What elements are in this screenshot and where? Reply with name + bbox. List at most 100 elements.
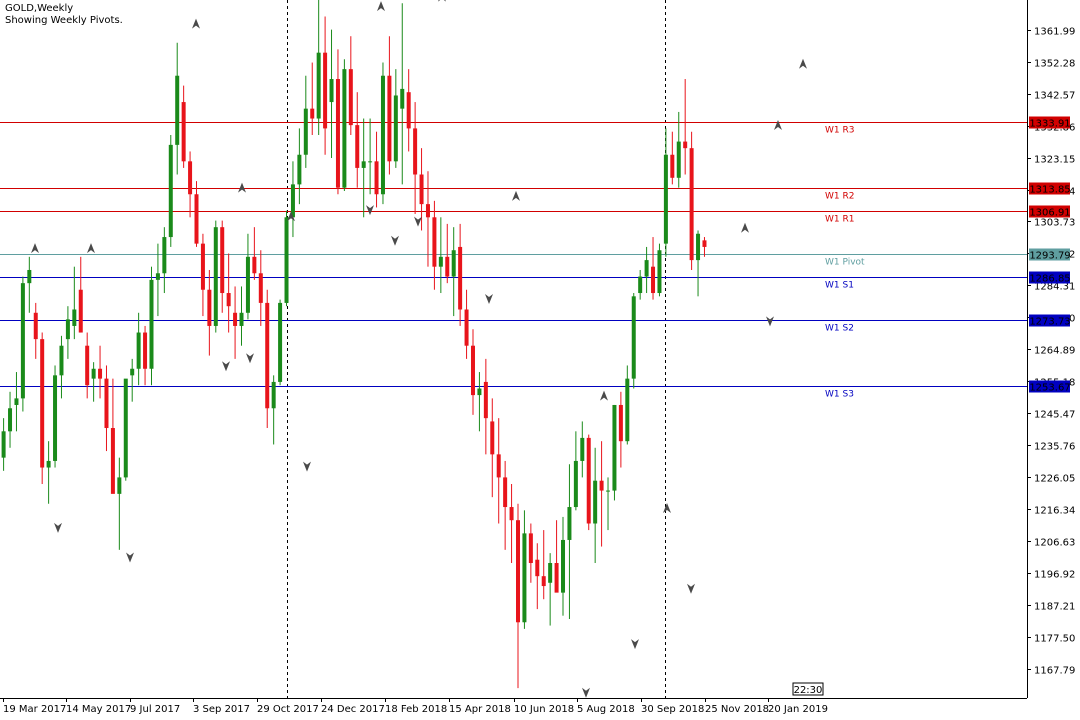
fractal-up-marker	[87, 243, 95, 254]
fractal-down-marker	[582, 687, 590, 698]
candle	[8, 391, 13, 448]
y-tick-label: 1187.21	[1034, 602, 1075, 613]
fractal-up-marker	[192, 18, 200, 29]
candle	[644, 246, 649, 294]
fractal-down-marker	[391, 235, 399, 246]
pivot-level-label: W1 R2	[825, 192, 854, 202]
time-axis[interactable]: 19 Mar 2017 14 May 20179 Jul 2017 3 Sep 20…	[3, 698, 828, 715]
y-tick-label: 1361.99	[1034, 27, 1075, 38]
candle	[676, 111, 681, 188]
candle	[393, 69, 398, 168]
candle	[554, 520, 559, 593]
candle	[593, 447, 598, 564]
candle	[567, 464, 572, 619]
candle	[162, 227, 167, 294]
candle	[425, 171, 430, 267]
candle	[239, 286, 244, 346]
candle	[387, 36, 392, 175]
candle	[278, 299, 283, 386]
candle	[252, 227, 257, 280]
candle	[53, 365, 58, 468]
y-tick-label: 1303.73	[1034, 218, 1075, 229]
candle	[316, 0, 321, 135]
x-tick-label: 5 Aug 2018	[577, 704, 635, 715]
candle	[104, 365, 109, 452]
candle	[503, 460, 508, 550]
candle	[271, 375, 276, 445]
pivot-level-label: W1 R1	[825, 215, 854, 225]
candle	[631, 293, 636, 389]
pivot-level-badge-text: 1313.85	[1029, 185, 1070, 196]
candle	[136, 312, 141, 386]
candle	[432, 200, 437, 290]
fractal-markers	[31, 0, 807, 698]
candle	[175, 42, 180, 175]
candle	[522, 510, 527, 629]
candle	[290, 161, 295, 238]
candle	[651, 237, 656, 300]
candle	[258, 250, 263, 326]
candle	[303, 75, 308, 168]
y-tick-label: 1206.63	[1034, 538, 1075, 549]
candlestick-chart[interactable]: W1 R3 W1 R2 W1 R1 W1 Pivot W1 S1 W1 S2 W1 S3 1…	[0, 0, 1080, 720]
x-tick-label: 10 Jun 2018	[514, 704, 574, 715]
candle	[368, 118, 373, 195]
y-tick-label: 1226.05	[1034, 474, 1075, 485]
x-tick-label: 14 May 2017	[66, 704, 131, 715]
fractal-up-marker	[799, 58, 807, 69]
candle	[618, 391, 623, 468]
candle	[98, 345, 103, 399]
x-tick-label: 19 Mar 2017	[3, 704, 66, 715]
candle	[194, 181, 199, 247]
candle	[625, 365, 630, 445]
candle	[683, 79, 688, 175]
candle	[168, 134, 173, 247]
candle	[361, 118, 366, 218]
candle	[663, 128, 668, 257]
candle	[207, 269, 212, 356]
candle	[477, 372, 482, 432]
fractal-up-marker	[377, 1, 385, 12]
candle	[580, 421, 585, 478]
candle	[638, 269, 643, 300]
candle	[528, 523, 533, 583]
candle	[59, 335, 64, 399]
pivot-levels: W1 R3 W1 R2 W1 R1 W1 Pivot W1 S1 W1 S2 W1 S3	[0, 122, 1027, 400]
candle	[702, 237, 707, 257]
fractal-up-marker	[741, 222, 749, 233]
fractal-up-marker	[663, 502, 671, 513]
candle	[188, 151, 193, 218]
candle	[149, 266, 154, 386]
candle	[413, 102, 418, 215]
candle	[181, 85, 186, 168]
candle	[606, 477, 611, 531]
time-badge: 22:30	[792, 682, 824, 696]
fractal-down-marker	[414, 216, 422, 227]
candle	[535, 543, 540, 610]
candle	[561, 516, 566, 616]
candle	[464, 289, 469, 359]
x-tick-label: 20 Jan 2019	[768, 704, 828, 715]
x-tick-label: 30 Sep 2018	[641, 704, 704, 715]
candle	[323, 16, 328, 155]
candle	[657, 243, 662, 297]
candle	[516, 503, 520, 689]
candle	[91, 362, 96, 402]
x-tick-label: 3 Sep 2017	[193, 704, 250, 715]
y-tick-label: 1177.50	[1034, 634, 1075, 645]
x-tick-label: 24 Dec 2017	[321, 704, 385, 715]
candles	[1, 0, 707, 689]
y-tick-label: 1196.92	[1034, 570, 1075, 581]
y-tick-label: 1323.15	[1034, 155, 1075, 166]
x-tick-label: 29 Oct 2017	[257, 704, 319, 715]
candle	[696, 230, 701, 297]
candle	[220, 220, 225, 313]
fractal-up-marker	[238, 182, 246, 193]
candle	[284, 210, 289, 307]
candle	[490, 398, 495, 498]
candle	[355, 92, 360, 188]
fractal-down-marker	[246, 353, 254, 364]
y-tick-label: 1245.47	[1034, 410, 1075, 421]
pivot-level-badge-text: 1333.91	[1029, 119, 1070, 130]
pivot-level-label: W1 S1	[825, 281, 854, 291]
